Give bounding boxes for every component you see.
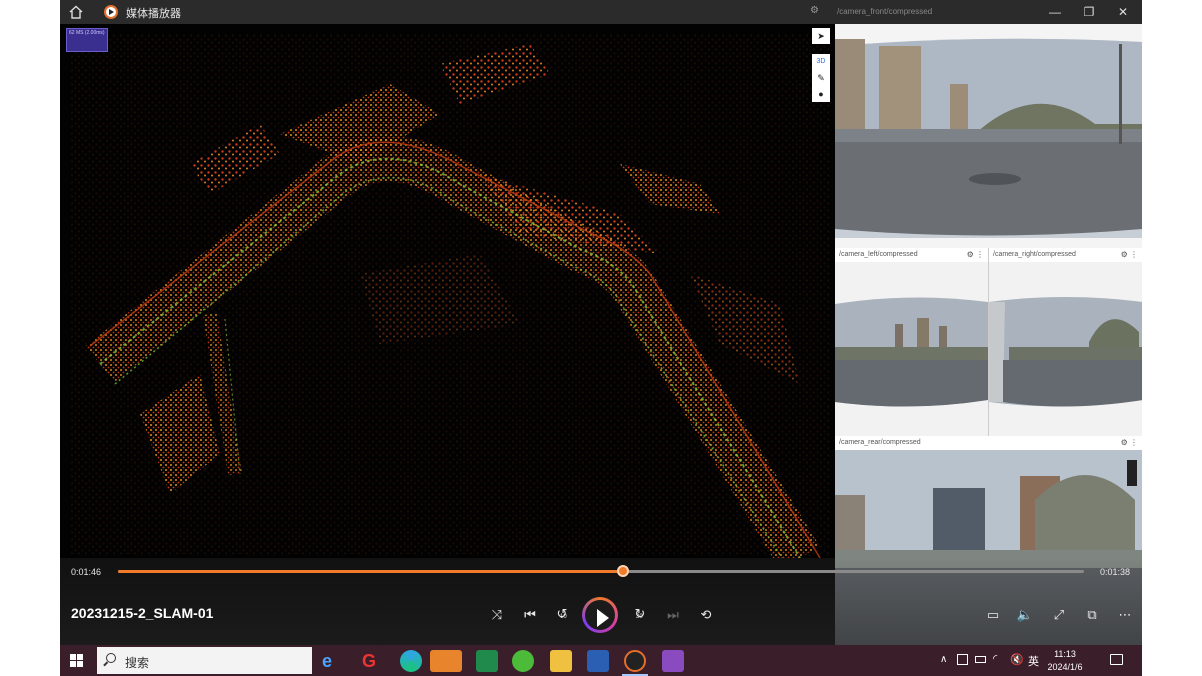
home-icon[interactable] — [68, 4, 84, 20]
clock-time: 11:13 — [1054, 649, 1076, 659]
more-menu-icon[interactable]: ⋮ — [976, 250, 984, 259]
play-button[interactable] — [582, 597, 618, 633]
search-placeholder: 搜索 — [125, 656, 150, 670]
camera-front-image — [835, 24, 1142, 248]
media-player-logo-icon — [104, 5, 118, 19]
mini-player-icon[interactable]: ▭ — [982, 605, 1004, 625]
ruler-icon[interactable]: ✎ — [812, 70, 830, 86]
previous-icon[interactable]: ⏮ — [519, 605, 541, 625]
point-icon[interactable]: ● — [812, 86, 830, 102]
taskbar-search[interactable]: 搜索 — [97, 647, 312, 674]
wechat-icon[interactable] — [430, 650, 462, 672]
fullscreen-icon[interactable]: ⤢ — [1048, 605, 1070, 625]
camera-front-panel — [835, 24, 1142, 248]
seek-bar-progress — [118, 570, 624, 573]
shuffle-icon[interactable]: ⤨ — [486, 605, 508, 625]
volume-icon[interactable]: 🔈 — [1014, 605, 1036, 625]
pointer-icon[interactable]: ➤ — [812, 28, 830, 44]
point-cloud-view — [70, 34, 830, 558]
seek-bar[interactable] — [118, 570, 1084, 573]
tray-app-icon[interactable] — [957, 654, 968, 665]
view-mode-button[interactable]: 3D — [812, 54, 830, 70]
next-icon[interactable]: ⏭ — [662, 605, 684, 625]
camera-right-image — [989, 262, 1142, 436]
red-app-icon[interactable]: G — [362, 650, 384, 672]
more-options-icon[interactable]: ⋯ — [1114, 605, 1136, 625]
clock-date: 2024/1/6 — [1047, 662, 1083, 672]
ime-indicator[interactable]: 英 — [1028, 653, 1039, 669]
gear-icon[interactable]: ⚙ — [967, 250, 974, 259]
performance-overlay: 62 MS (2.00ms) — [66, 28, 108, 52]
window-title: 媒体播放器 — [126, 8, 181, 20]
camera-rear-topic: /camera_rear/compressed — [839, 439, 921, 446]
ie-browser-icon[interactable]: e — [322, 650, 344, 672]
minimize-button[interactable]: — — [1038, 0, 1072, 24]
skip-forward-seconds: 30 — [636, 614, 643, 620]
media-file-name: 20231215-2_SLAM-01 — [71, 605, 214, 621]
maximize-button[interactable]: ❐ — [1072, 0, 1106, 24]
gear-icon[interactable]: ⚙ — [1121, 250, 1128, 259]
gear-icon[interactable]: ⚙ — [1121, 438, 1128, 447]
play-icon — [597, 609, 609, 627]
tray-expand-icon[interactable]: ∧ — [940, 654, 947, 665]
more-menu-icon[interactable]: ⋮ — [1130, 250, 1138, 259]
camera-front-topic: /camera_front/compressed — [837, 7, 933, 16]
map-toolbar: ➤ 3D ✎ ● — [812, 28, 830, 104]
video-editor-icon[interactable] — [662, 650, 684, 672]
repeat-off-icon[interactable]: ⟲ — [695, 605, 717, 625]
browser-green-icon[interactable] — [512, 650, 534, 672]
more-menu-icon[interactable]: ⋮ — [1130, 438, 1138, 447]
panel-gear-icon[interactable]: ⚙ — [810, 5, 819, 16]
windows-start-icon[interactable] — [70, 654, 84, 668]
camera-right-topic: /camera_right/compressed — [993, 251, 1076, 258]
file-explorer-icon[interactable] — [550, 650, 572, 672]
search-icon — [106, 653, 116, 663]
clock[interactable]: 11:13 2024/1/6 — [1043, 648, 1087, 674]
remaining-time: 0:01:38 — [1100, 567, 1131, 577]
wifi-icon[interactable]: ◜ — [993, 652, 997, 665]
word-icon[interactable] — [587, 650, 609, 672]
green-app-icon[interactable] — [476, 650, 498, 672]
title-bar: 媒体播放器 ⚙ /camera_front/compressed — ❐ ✕ — [60, 0, 1142, 24]
taskbar: 搜索 e G ∧ ◜ 🔇 英 11:13 2024/1/6 — [60, 645, 1142, 676]
skip-back-seconds: 10 — [560, 614, 567, 620]
edge-browser-icon[interactable] — [400, 650, 422, 672]
elapsed-time: 0:01:46 — [71, 567, 102, 577]
performance-label: 62 MS (2.00ms) — [69, 30, 105, 36]
cast-icon[interactable]: ⧉ — [1081, 605, 1103, 625]
battery-icon[interactable] — [975, 656, 986, 663]
speaker-mute-icon[interactable]: 🔇 — [1010, 653, 1024, 666]
camera-left-panel: /camera_left/compressed ⚙ ⋮ — [835, 248, 988, 436]
camera-left-topic: /camera_left/compressed — [839, 251, 918, 258]
media-player-screen: 媒体播放器 ⚙ /camera_front/compressed — ❐ ✕ 6… — [60, 0, 1142, 676]
camera-left-image — [835, 262, 988, 436]
media-player-taskbar-icon[interactable] — [624, 650, 646, 672]
notification-icon[interactable] — [1110, 654, 1123, 665]
close-button[interactable]: ✕ — [1106, 0, 1140, 24]
camera-right-panel: /camera_right/compressed ⚙ ⋮ — [988, 248, 1142, 436]
point-cloud-map[interactable]: 62 MS (2.00ms) ➤ 3D ✎ ● — [60, 24, 835, 558]
